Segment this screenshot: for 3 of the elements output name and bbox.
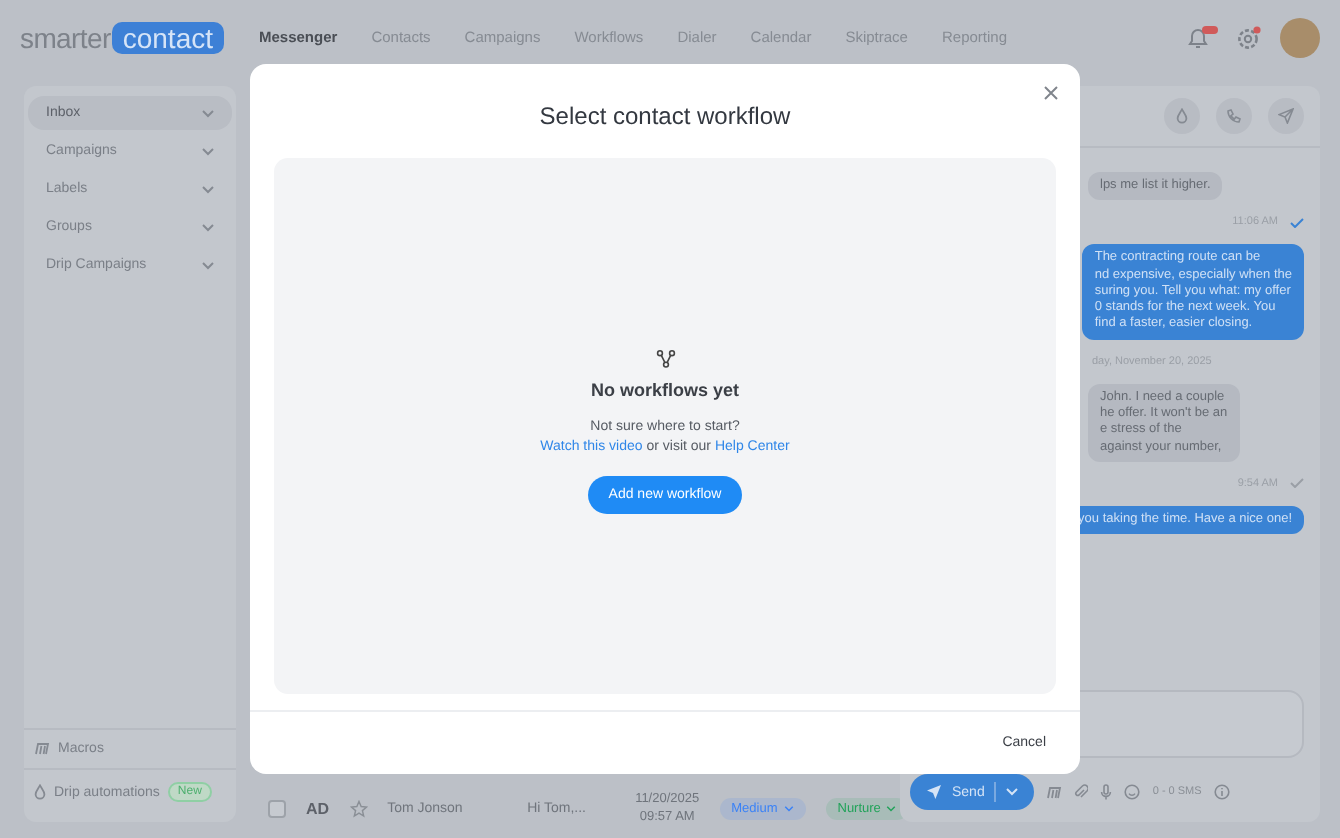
contact-initials: AD <box>306 799 330 817</box>
dialog-title: Select contact workflow <box>537 102 793 134</box>
empty-state-title: No workflows yet <box>590 380 739 400</box>
